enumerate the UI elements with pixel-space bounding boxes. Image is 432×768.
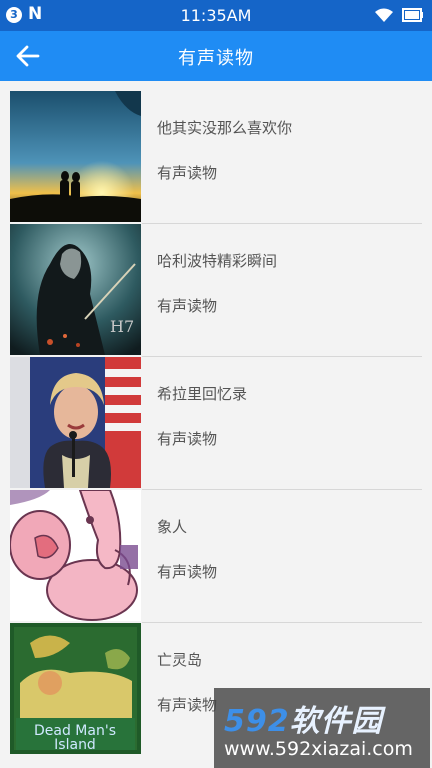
status-time: 11:35AM bbox=[180, 6, 252, 25]
battery-icon bbox=[402, 8, 423, 22]
item-subtitle: 有声读物 bbox=[157, 563, 218, 581]
list-item[interactable]: 象人 有声读物 bbox=[0, 490, 432, 623]
thumbnail-dead-mans-island-cover: Dead Man's Island bbox=[10, 623, 141, 754]
cover-title-line-2: Island bbox=[54, 737, 96, 753]
list-item[interactable]: 希拉里回忆录 有声读物 bbox=[0, 357, 432, 490]
app-bar: 有声读物 bbox=[0, 31, 432, 81]
status-bar: 3 N 11:35AM bbox=[0, 0, 432, 31]
thumbnail-sunset-couple bbox=[10, 91, 141, 222]
item-title: 哈利波特精彩瞬间 bbox=[157, 252, 278, 270]
list-item[interactable]: H7 哈利波特精彩瞬间 有声读物 bbox=[0, 224, 432, 357]
list-item[interactable]: 他其实没那么喜欢你 有声读物 bbox=[0, 91, 432, 224]
item-subtitle: 有声读物 bbox=[157, 696, 218, 714]
watermark-logo: 592软件园 bbox=[224, 704, 383, 739]
thumbnail-cartoon-elephant bbox=[10, 490, 141, 621]
item-title: 象人 bbox=[157, 518, 188, 536]
thumbnail-harry-potter-poster: H7 bbox=[10, 224, 141, 355]
item-title: 希拉里回忆录 bbox=[157, 385, 248, 403]
watermark: 592软件园 www.592xiazai.com bbox=[214, 688, 430, 768]
item-subtitle: 有声读物 bbox=[157, 297, 218, 315]
page-title: 有声读物 bbox=[178, 48, 254, 69]
item-title: 他其实没那么喜欢你 bbox=[157, 119, 293, 137]
svg-text:H7: H7 bbox=[110, 317, 134, 336]
watermark-url: www.592xiazai.com bbox=[224, 738, 413, 760]
thumbnail-speaker-flag bbox=[10, 357, 141, 488]
wifi-icon bbox=[375, 8, 393, 22]
item-subtitle: 有声读物 bbox=[157, 164, 218, 182]
item-subtitle: 有声读物 bbox=[157, 430, 218, 448]
item-title: 亡灵岛 bbox=[157, 651, 203, 669]
audiobook-list: 他其实没那么喜欢你 有声读物 H7 哈利波特精彩瞬间 有声读物 希拉里回忆录 有… bbox=[0, 91, 432, 756]
